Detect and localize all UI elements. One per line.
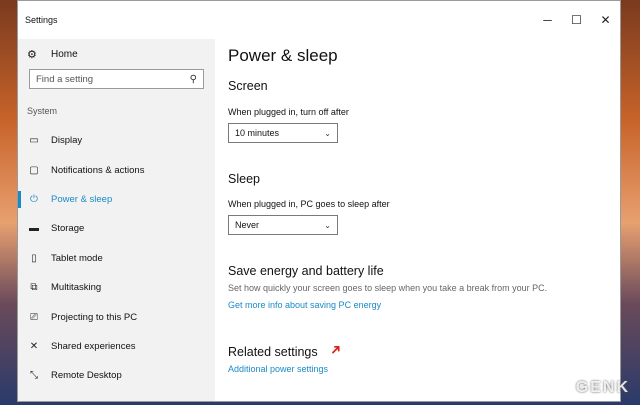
page-title: Power & sleep bbox=[228, 46, 338, 65]
screen-label: When plugged in, turn off after bbox=[228, 107, 349, 117]
sidebar-item-label: Power & sleep bbox=[51, 193, 113, 205]
projecting-icon: ⎚ bbox=[30, 311, 38, 323]
sidebar-home[interactable]: ⚙ Home bbox=[18, 39, 215, 69]
sidebar-item-label: Remote Desktop bbox=[51, 370, 122, 382]
title-bar: Settings ─ ☐ ✕ bbox=[18, 1, 620, 39]
additional-power-settings-link[interactable]: Additional power settings bbox=[228, 364, 620, 374]
close-button[interactable]: ✕ bbox=[591, 1, 620, 39]
search-box[interactable]: ⚲ bbox=[29, 69, 204, 89]
tablet-icon: ▯ bbox=[31, 252, 37, 264]
sidebar-item-tablet-mode[interactable]: ▯ Tablet mode bbox=[18, 244, 215, 273]
sidebar-item-label: Shared experiences bbox=[51, 340, 136, 352]
power-icon: ⏻ bbox=[30, 193, 38, 205]
gear-icon: ⚙ bbox=[27, 48, 37, 61]
energy-heading: Save energy and battery life bbox=[228, 264, 384, 278]
screen-heading: Screen bbox=[228, 79, 268, 93]
sleep-label: When plugged in, PC goes to sleep after bbox=[228, 199, 390, 209]
sleep-timeout-value: Never bbox=[235, 220, 260, 230]
remote-desktop-icon: ⤡ bbox=[30, 370, 38, 382]
sidebar-home-label: Home bbox=[51, 48, 78, 60]
sidebar-item-power-sleep[interactable]: ⏻ Power & sleep bbox=[18, 185, 215, 214]
sidebar-item-multitasking[interactable]: ⧉ Multitasking bbox=[18, 273, 215, 302]
storage-icon: ▬ bbox=[29, 223, 39, 235]
sidebar-item-label: Tablet mode bbox=[51, 252, 103, 264]
sidebar-item-projecting[interactable]: ⎚ Projecting to this PC bbox=[18, 302, 215, 331]
screen-timeout-value: 10 minutes bbox=[235, 128, 280, 138]
multitasking-icon: ⧉ bbox=[30, 282, 38, 294]
section-label: System bbox=[27, 106, 58, 116]
watermark-logo: GENK bbox=[575, 379, 630, 396]
sidebar-item-storage[interactable]: ▬ Storage bbox=[18, 214, 215, 243]
window-controls: ─ ☐ ✕ bbox=[533, 1, 620, 39]
sidebar: ⚙ Home ⚲ System ▭ Display ▢ Notification… bbox=[18, 39, 215, 401]
related-settings-heading: Related settings bbox=[228, 345, 318, 359]
sidebar-item-notifications[interactable]: ▢ Notifications & actions bbox=[18, 155, 215, 184]
energy-description: Set how quickly your screen goes to slee… bbox=[228, 283, 548, 293]
sleep-timeout-dropdown[interactable]: Never ⌄ bbox=[228, 215, 338, 235]
shared-experiences-icon: ✕ bbox=[29, 340, 39, 352]
sidebar-item-shared-experiences[interactable]: ✕ Shared experiences bbox=[18, 332, 215, 361]
sidebar-item-display[interactable]: ▭ Display bbox=[18, 126, 215, 155]
screen-timeout-dropdown[interactable]: 10 minutes ⌄ bbox=[228, 123, 338, 143]
sidebar-item-label: Projecting to this PC bbox=[51, 311, 138, 323]
chevron-down-icon: ⌄ bbox=[324, 220, 331, 230]
search-icon[interactable]: ⚲ bbox=[190, 74, 197, 85]
minimize-button[interactable]: ─ bbox=[533, 1, 562, 39]
main-content: Power & sleep Screen When plugged in, tu… bbox=[228, 39, 620, 401]
sidebar-item-label: Display bbox=[51, 135, 83, 147]
search-input[interactable] bbox=[36, 73, 176, 85]
maximize-button[interactable]: ☐ bbox=[562, 1, 591, 39]
notifications-icon: ▢ bbox=[29, 164, 39, 176]
settings-window: Settings ─ ☐ ✕ ⚙ Home ⚲ System ▭ Display… bbox=[17, 0, 621, 402]
chevron-down-icon: ⌄ bbox=[324, 128, 331, 138]
sleep-heading: Sleep bbox=[228, 172, 260, 186]
sidebar-item-label: Multitasking bbox=[51, 282, 102, 294]
sidebar-item-label: Notifications & actions bbox=[51, 164, 145, 176]
window-title: Settings bbox=[25, 15, 58, 25]
energy-info-link[interactable]: Get more info about saving PC energy bbox=[228, 300, 620, 310]
sidebar-item-label: Storage bbox=[51, 223, 85, 235]
sidebar-item-remote-desktop[interactable]: ⤡ Remote Desktop bbox=[18, 361, 215, 390]
display-icon: ▭ bbox=[29, 135, 39, 147]
